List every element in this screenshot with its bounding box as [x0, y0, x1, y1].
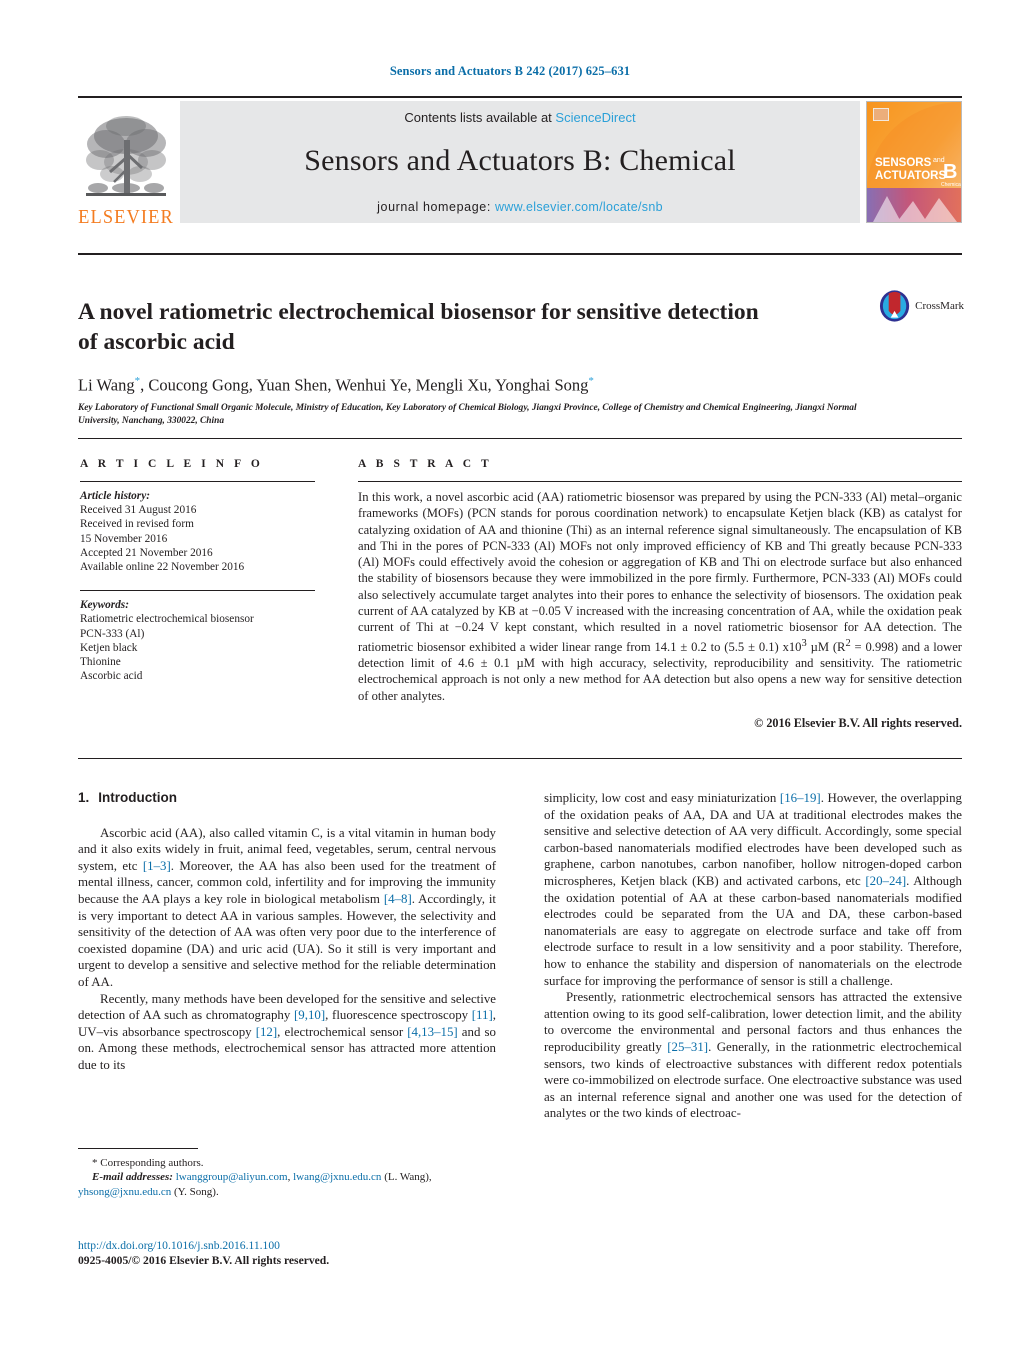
- journal-masthead: ELSEVIER Contents lists available at Sci…: [78, 96, 962, 228]
- homepage-prefix: journal homepage:: [377, 200, 495, 214]
- journal-band: Contents lists available at ScienceDirec…: [180, 101, 860, 223]
- keywords-label: Keywords:: [80, 599, 129, 612]
- abstract-rule: [358, 481, 962, 482]
- running-head: Sensors and Actuators B 242 (2017) 625–6…: [389, 64, 631, 78]
- journal-cover-art: SENSORS and ACTUATORS B Chemical: [867, 102, 961, 222]
- svg-text:SENSORS: SENSORS: [875, 157, 932, 169]
- contents-prefix: Contents lists available at: [404, 110, 556, 125]
- history-item: Received in revised form: [80, 518, 194, 531]
- email-owner-2: (Y. Song).: [173, 1185, 219, 1198]
- body-column-left: 1. Introduction Ascorbic acid (AA), also …: [78, 790, 496, 1074]
- svg-text:Chemical: Chemical: [941, 182, 961, 188]
- paragraph: Ascorbic acid (AA), also called vitamin …: [78, 825, 496, 989]
- abstract-text: In this work, a novel ascorbic acid (AA)…: [358, 490, 962, 703]
- keyword-item: Ratiometric electrochemical biosensor: [80, 613, 254, 626]
- title-divider: [78, 253, 962, 255]
- abstract-heading: A B S T R A C T: [358, 458, 493, 470]
- article-history-block: Article history: Received 31 August 2016…: [80, 489, 315, 574]
- corresponding-text: Corresponding authors.: [100, 1157, 204, 1169]
- journal-title: Sensors and Actuators B: Chemical: [304, 144, 736, 177]
- history-item: Available online 22 November 2016: [80, 561, 245, 574]
- paragraph: simplicity, low cost and easy miniaturiz…: [544, 791, 962, 988]
- sciencedirect-link[interactable]: ScienceDirect: [555, 110, 635, 125]
- page-title: A novel ratiometric electrochemical bios…: [78, 298, 759, 355]
- affiliation: Key Laboratory of Functional Small Organ…: [78, 403, 857, 426]
- footnote-divider: [78, 1148, 198, 1149]
- svg-text:ACTUATORS: ACTUATORS: [875, 170, 946, 182]
- crossmark-icon: [879, 290, 910, 322]
- doi-link[interactable]: http://dx.doi.org/10.1016/j.snb.2016.11.…: [78, 1238, 508, 1253]
- abstract-panel: A B S T R A C T In this work, a novel as…: [358, 458, 962, 731]
- elsevier-logo: ELSEVIER: [78, 101, 174, 229]
- issn-copyright: 0925-4005/© 2016 Elsevier B.V. All right…: [78, 1254, 330, 1267]
- svg-text:B: B: [943, 161, 957, 183]
- copyright-line: © 2016 Elsevier B.V. All rights reserved…: [754, 716, 962, 731]
- crossmark-badge[interactable]: CrossMark: [878, 287, 964, 325]
- info-divider: [78, 438, 962, 439]
- keyword-item: Thionine: [80, 656, 121, 669]
- corresponding-author-note: * Corresponding authors.: [78, 1156, 496, 1170]
- paragraph: Presently, rationmetric electrochemical …: [544, 990, 962, 1121]
- author-list: Li Wang*, Coucong Gong, Yuan Shen, Wenhu…: [78, 375, 594, 395]
- keyword-item: Ascorbic acid: [80, 670, 143, 683]
- article-history-label: Article history:: [80, 490, 150, 502]
- elsevier-wordmark: ELSEVIER: [78, 206, 174, 228]
- abstract-bottom-divider: [78, 758, 962, 759]
- email-link-2[interactable]: lwang@jxnu.edu.cn: [293, 1171, 381, 1183]
- journal-homepage-link[interactable]: www.elsevier.com/locate/snb: [495, 200, 663, 214]
- keywords-block: Keywords: Ratiometric electrochemical bi…: [80, 598, 315, 683]
- keyword-item: Ketjen black: [80, 641, 138, 654]
- keywords-rule: [80, 590, 315, 592]
- keyword-item: PCN-333 (Al): [80, 627, 145, 640]
- section-title: Introduction: [98, 790, 177, 805]
- article-info-heading: A R T I C L E I N F O: [80, 458, 264, 470]
- crossmark-label: CrossMark: [915, 300, 964, 312]
- asterisk-icon: *: [92, 1157, 98, 1169]
- email-note-2: yhsong@jxnu.edu.cn (Y. Song).: [78, 1185, 496, 1199]
- history-item: Received 31 August 2016: [80, 504, 197, 517]
- email-owner-1: (L. Wang),: [384, 1171, 432, 1184]
- footnote-block: * Corresponding authors. E-mail addresse…: [78, 1148, 496, 1199]
- history-item: 15 November 2016: [80, 532, 168, 545]
- body-column-right: simplicity, low cost and easy miniaturiz…: [544, 790, 962, 1122]
- doi-block: http://dx.doi.org/10.1016/j.snb.2016.11.…: [78, 1238, 508, 1268]
- journal-cover-thumbnail: SENSORS and ACTUATORS B Chemical: [866, 101, 962, 223]
- paragraph: Recently, many methods have been develop…: [78, 991, 496, 1072]
- journal-homepage-line: journal homepage: www.elsevier.com/locat…: [180, 200, 860, 214]
- article-info-rule: [80, 481, 315, 482]
- section-heading-introduction: 1. Introduction: [78, 790, 496, 807]
- article-page: Sensors and Actuators B 242 (2017) 625–6…: [0, 0, 1020, 1351]
- email-label: E-mail addresses:: [92, 1171, 173, 1184]
- email-note: E-mail addresses: lwanggroup@aliyun.com,…: [78, 1170, 496, 1184]
- section-number: 1.: [78, 790, 90, 805]
- history-item: Accepted 21 November 2016: [80, 546, 213, 559]
- elsevier-tree-icon: [86, 116, 166, 196]
- contents-available-line: Contents lists available at ScienceDirec…: [180, 110, 860, 125]
- email-link-3[interactable]: yhsong@jxnu.edu.cn: [78, 1186, 171, 1198]
- email-link-1[interactable]: lwanggroup@aliyun.com: [176, 1171, 288, 1183]
- article-info-panel: A R T I C L E I N F O Article history: R…: [80, 458, 315, 683]
